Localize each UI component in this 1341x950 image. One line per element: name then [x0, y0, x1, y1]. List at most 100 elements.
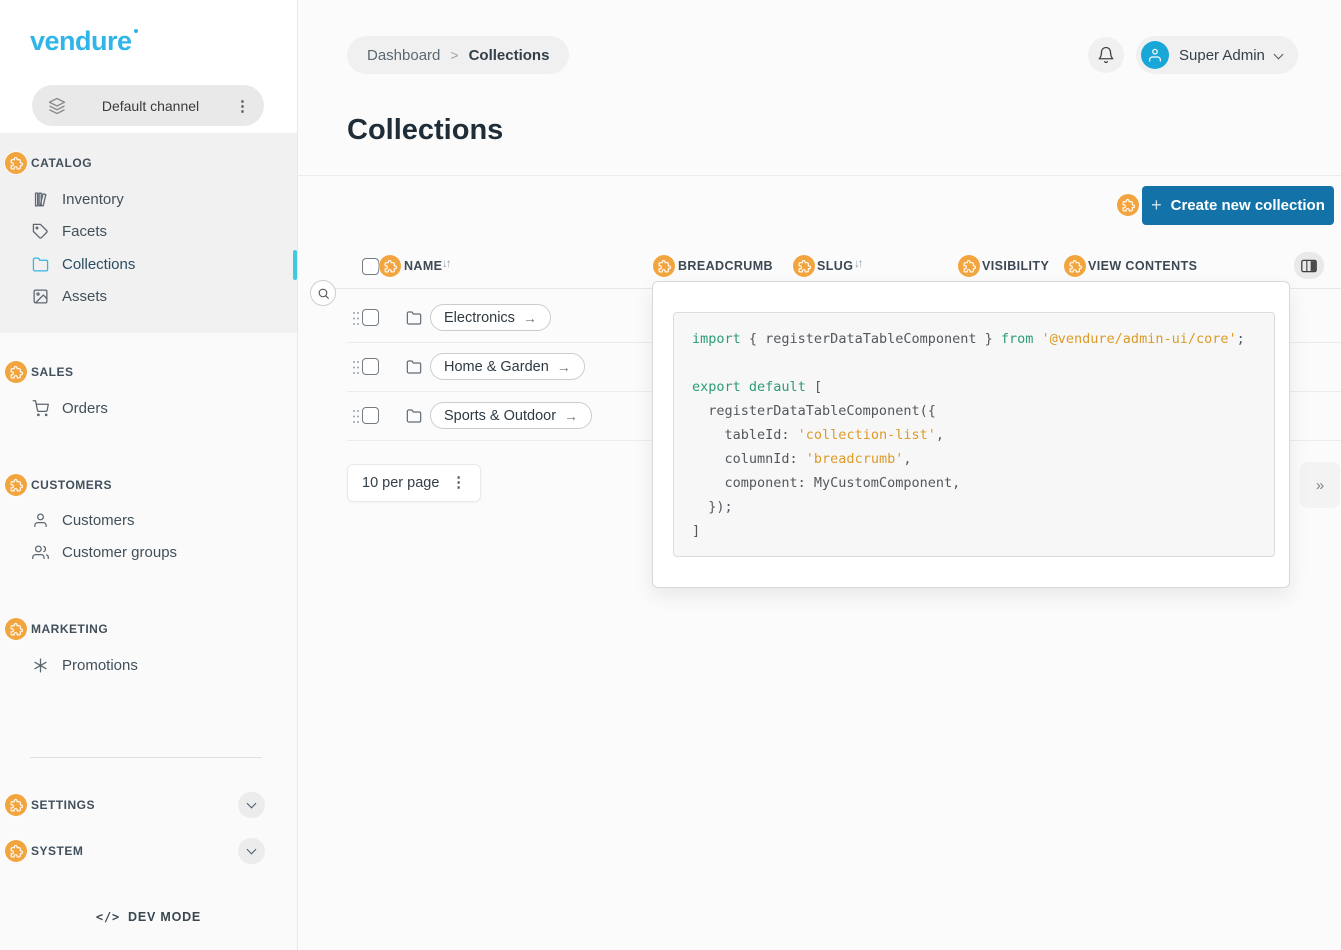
dev-mode-badge-icon[interactable]: [653, 255, 675, 277]
per-page-label: 10 per page: [362, 475, 439, 491]
breadcrumb-dashboard-link[interactable]: Dashboard: [367, 47, 440, 64]
breadcrumb-current: Collections: [469, 47, 550, 64]
row-checkbox[interactable]: [362, 358, 379, 375]
kebab-icon: ⋮: [451, 475, 466, 491]
collection-link-home-garden[interactable]: Home & Garden →: [430, 353, 585, 380]
dev-mode-badge-icon[interactable]: [5, 840, 27, 862]
folder-icon: [406, 359, 422, 375]
drag-handle[interactable]: [352, 409, 360, 424]
settings-expand-button[interactable]: [238, 792, 265, 818]
sidebar-item-collections[interactable]: Collections: [32, 248, 135, 280]
sidebar-item-label: Promotions: [62, 657, 138, 674]
dev-mode-badge-icon[interactable]: [5, 794, 27, 816]
collection-link-electronics[interactable]: Electronics →: [430, 304, 551, 331]
channel-switcher[interactable]: Default channel ⋮: [32, 85, 264, 126]
channel-label: Default channel: [66, 98, 235, 114]
arrow-right-icon: →: [523, 310, 537, 326]
folder-icon: [406, 310, 422, 326]
sidebar-item-inventory[interactable]: Inventory: [32, 183, 124, 215]
sidebar-item-facets[interactable]: Facets: [32, 215, 107, 247]
drag-handle[interactable]: [352, 311, 360, 326]
sidebar-item-label: Assets: [62, 288, 107, 305]
sort-icon[interactable]: ↓↑: [442, 258, 450, 270]
section-header-customers: CUSTOMERS: [31, 474, 112, 496]
dev-mode-badge-icon[interactable]: [958, 255, 980, 277]
row-checkbox[interactable]: [362, 309, 379, 326]
chevron-down-icon: [1273, 49, 1283, 59]
avatar: [1141, 41, 1169, 69]
dev-mode-badge-icon[interactable]: [5, 152, 27, 174]
user-name: Super Admin: [1179, 47, 1265, 64]
users-icon: [32, 544, 49, 561]
user-icon: [32, 512, 49, 529]
page-title: Collections: [347, 114, 503, 147]
vendure-logo[interactable]: vendure: [30, 26, 138, 57]
breadcrumb: Dashboard > Collections: [347, 36, 569, 74]
plus-icon: +: [1151, 195, 1162, 216]
column-header-view-contents: VIEW CONTENTS: [1088, 259, 1197, 273]
active-item-indicator: [293, 250, 297, 280]
dev-mode-badge-icon[interactable]: [5, 618, 27, 640]
collection-link-sports-outdoor[interactable]: Sports & Outdoor →: [430, 402, 592, 429]
sidebar-item-label: Customer groups: [62, 544, 177, 561]
table-search-button[interactable]: [310, 280, 336, 306]
table-columns-icon: [1301, 259, 1317, 273]
notifications-button[interactable]: [1088, 37, 1124, 73]
collection-name: Sports & Outdoor: [444, 408, 556, 424]
row-checkbox[interactable]: [362, 407, 379, 424]
dev-mode-toggle[interactable]: </> DEV MODE: [0, 910, 297, 924]
cart-icon: [32, 400, 49, 417]
sidebar-item-label: Collections: [62, 256, 135, 273]
create-button-label: Create new collection: [1171, 197, 1325, 214]
column-header-name[interactable]: NAME: [404, 259, 442, 273]
sidebar-item-label: Inventory: [62, 191, 124, 208]
folder-icon: [406, 408, 422, 424]
column-header-breadcrumb: BREADCRUMB: [678, 259, 773, 273]
sidebar-item-label: Facets: [62, 223, 107, 240]
arrow-right-icon: →: [564, 408, 578, 424]
vendure-admin-app: vendure Default channel ⋮ CATALOG Invent…: [0, 0, 1341, 950]
create-new-collection-button[interactable]: + Create new collection: [1142, 186, 1334, 225]
breadcrumb-separator: >: [450, 47, 458, 63]
drag-handle[interactable]: [352, 360, 360, 375]
chevron-down-icon: [247, 845, 257, 855]
dev-mode-badge-icon[interactable]: [379, 255, 401, 277]
folder-icon: [32, 256, 49, 273]
dev-mode-badge-icon[interactable]: [5, 361, 27, 383]
dev-mode-badge-icon[interactable]: [793, 255, 815, 277]
channel-kebab-icon[interactable]: ⋮: [235, 97, 250, 115]
column-settings-button[interactable]: [1294, 252, 1324, 279]
bell-icon: [1097, 46, 1115, 64]
dev-mode-popover: import { registerDataTableComponent } fr…: [652, 281, 1290, 588]
code-block: import { registerDataTableComponent } fr…: [673, 312, 1275, 557]
code-brackets-icon: </>: [96, 910, 120, 924]
collection-name: Home & Garden: [444, 359, 549, 375]
logo-text: vendure: [30, 26, 132, 56]
sidebar-divider: [30, 757, 262, 758]
pagination-last-button[interactable]: »: [1300, 462, 1340, 508]
dev-mode-badge-icon[interactable]: [1064, 255, 1086, 277]
header-divider: [298, 175, 1341, 176]
dev-mode-badge-icon[interactable]: [1117, 194, 1139, 216]
user-menu[interactable]: Super Admin: [1136, 36, 1298, 74]
section-header-system: SYSTEM: [31, 840, 83, 862]
select-all-checkbox[interactable]: [362, 258, 379, 275]
layers-icon: [48, 97, 66, 115]
books-icon: [32, 191, 49, 208]
items-per-page-select[interactable]: 10 per page ⋮: [347, 464, 481, 502]
system-expand-button[interactable]: [238, 838, 265, 864]
tag-icon: [32, 223, 49, 240]
sidebar-item-orders[interactable]: Orders: [32, 392, 108, 424]
sidebar-item-assets[interactable]: Assets: [32, 280, 107, 312]
dev-mode-badge-icon[interactable]: [5, 474, 27, 496]
sidebar-item-customers[interactable]: Customers: [32, 504, 135, 536]
sidebar-item-promotions[interactable]: Promotions: [32, 649, 138, 681]
sort-icon[interactable]: ↓↑: [854, 258, 862, 270]
column-header-slug[interactable]: SLUG: [817, 259, 853, 273]
sidebar-item-label: Customers: [62, 512, 135, 529]
sidebar-item-customer-groups[interactable]: Customer groups: [32, 536, 177, 568]
section-header-marketing: MARKETING: [31, 618, 108, 640]
search-icon: [317, 287, 330, 300]
column-header-visibility: VISIBILITY: [982, 259, 1049, 273]
image-icon: [32, 288, 49, 305]
